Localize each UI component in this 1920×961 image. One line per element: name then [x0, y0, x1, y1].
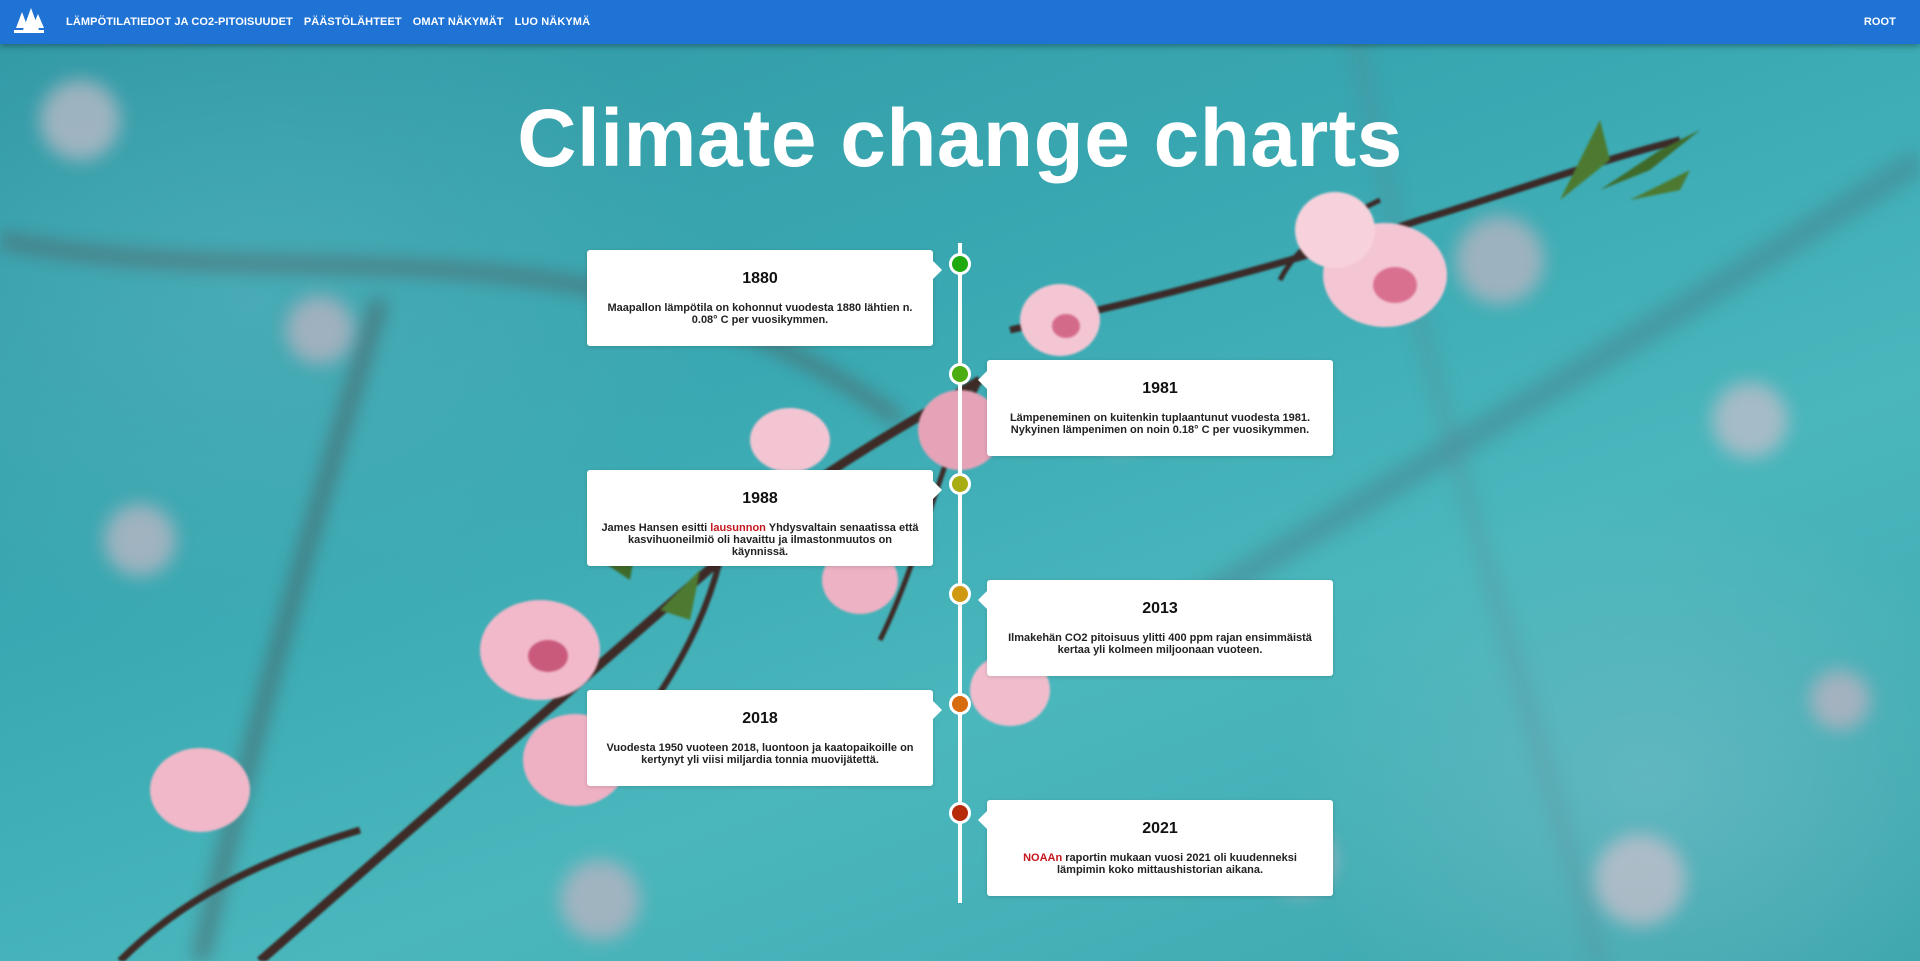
- card-text-after: raportin mukaan vuosi 2021 oli kuudennek…: [1057, 852, 1297, 876]
- timeline-dot-1981: [949, 363, 971, 385]
- timeline-dot-2013: [949, 583, 971, 605]
- timeline-dot-2018: [949, 693, 971, 715]
- timeline-card-2021: 2021 NOAAn raportin mukaan vuosi 2021 ol…: [978, 800, 1333, 896]
- card-year: 1988: [742, 490, 778, 507]
- page-title: Climate change charts: [517, 93, 1403, 184]
- statement-link[interactable]: lausunnon: [710, 522, 766, 534]
- timeline-card-2018: 2018 Vuodesta 1950 vuoteen 2018, luontoo…: [587, 690, 942, 786]
- card-description: Maapallon lämpötila on kohonnut vuodesta…: [607, 302, 913, 326]
- timeline-card-1981: 1981 Lämpeneminen on kuitenkin tuplaantu…: [978, 360, 1333, 456]
- nav-link-temperature-co2[interactable]: Lämpötilatiedot ja CO2-pitoisuudet: [66, 16, 293, 28]
- nav-link-own-views[interactable]: Omat näkymät: [413, 16, 504, 28]
- card-year: 2018: [742, 710, 778, 727]
- card-description: Ilmakehän CO2 pitoisuus ylitti 400 ppm r…: [1008, 632, 1312, 656]
- card-description: James Hansen esitti lausunnon Yhdysvalta…: [599, 522, 921, 558]
- card-year: 1880: [742, 270, 778, 287]
- trees-icon[interactable]: [14, 7, 48, 37]
- card-text-before: James Hansen esitti: [601, 522, 711, 534]
- timeline-card-1988: 1988 James Hansen esitti lausunnon Yhdys…: [587, 470, 942, 566]
- timeline-card-1880: 1880 Maapallon lämpötila on kohonnut vuo…: [587, 250, 942, 346]
- timeline-dot-1988: [949, 473, 971, 495]
- card-description: NOAAn raportin mukaan vuosi 2021 oli kuu…: [999, 852, 1321, 876]
- timeline-card-2013: 2013 Ilmakehän CO2 pitoisuus ylitti 400 …: [978, 580, 1333, 676]
- nav-link-emission-sources[interactable]: Päästölähteet: [304, 16, 402, 28]
- timeline-dot-1880: [949, 253, 971, 275]
- card-year: 2013: [1142, 600, 1178, 617]
- nav-link-create-view[interactable]: Luo näkymä: [515, 16, 591, 28]
- top-navbar: Lämpötilatiedot ja CO2-pitoisuudet Pääst…: [0, 0, 1920, 44]
- card-year: 1981: [1142, 380, 1178, 397]
- noaa-link[interactable]: NOAAn: [1023, 852, 1062, 864]
- timeline-dot-2021: [949, 802, 971, 824]
- card-description: Vuodesta 1950 vuoteen 2018, luontoon ja …: [606, 742, 914, 766]
- card-description: Lämpeneminen on kuitenkin tuplaantunut v…: [1009, 412, 1311, 436]
- user-menu[interactable]: Root: [1864, 16, 1896, 28]
- card-year: 2021: [1142, 820, 1178, 837]
